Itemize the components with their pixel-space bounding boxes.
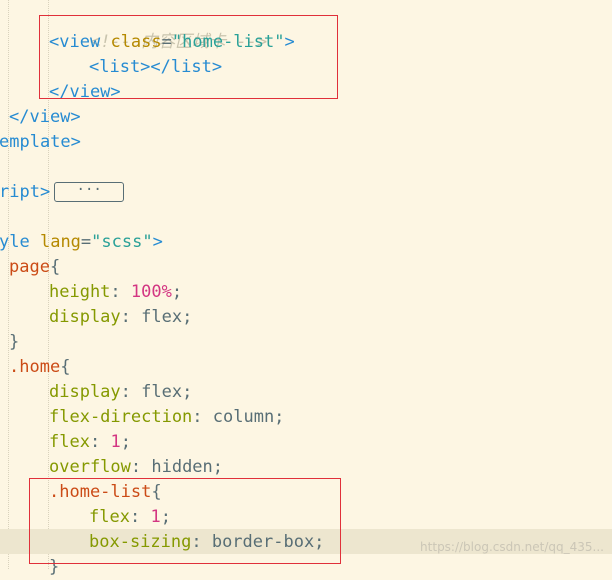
- code-line[interactable]: overflow: hidden;: [49, 455, 223, 480]
- code-editor[interactable]: <!-- 内容区域卡 --> <view class="home-list"> …: [0, 0, 612, 577]
- watermark: https://blog.csdn.net/qq_435...: [420, 540, 604, 554]
- tag: emplate>: [0, 132, 81, 152]
- code-line[interactable]: height: 100%;: [49, 280, 182, 305]
- tag: ript>: [0, 182, 51, 202]
- code-line[interactable]: emplate>: [0, 130, 81, 155]
- code-line[interactable]: display: flex;: [49, 305, 192, 330]
- css-value: : hidden;: [130, 457, 224, 477]
- css-property: display: [49, 307, 121, 327]
- code-line[interactable]: display: flex;: [49, 380, 192, 405]
- code-line[interactable]: yle lang="scss">: [0, 230, 163, 255]
- attribute-value: "scss": [91, 232, 153, 252]
- attribute-name: lang: [39, 232, 81, 252]
- brace: {: [49, 257, 61, 277]
- code-line[interactable]: flex: 1;: [49, 430, 131, 455]
- punctuation: :: [110, 282, 131, 302]
- annotation-box: [39, 15, 338, 99]
- css-value: : column;: [192, 407, 285, 427]
- css-property: overflow: [49, 457, 131, 477]
- code-line[interactable]: flex-direction: column;: [49, 405, 284, 430]
- css-selector: page: [9, 257, 50, 277]
- indent-guide: [8, 0, 9, 569]
- code-line[interactable]: </view>: [9, 105, 81, 130]
- punctuation: ;: [120, 432, 131, 452]
- punctuation: ;: [171, 282, 183, 302]
- tag-bracket: >: [152, 232, 163, 252]
- brace: }: [9, 332, 20, 352]
- punctuation: :: [89, 432, 111, 452]
- code-line[interactable]: .home{: [9, 355, 70, 380]
- css-property: flex: [49, 432, 90, 452]
- css-value: : flex;: [120, 307, 193, 327]
- code-line[interactable]: ript> ···: [0, 180, 125, 205]
- css-property: height: [49, 282, 111, 302]
- css-value: : flex;: [120, 382, 193, 402]
- css-property: display: [49, 382, 121, 402]
- css-number: 100%: [130, 282, 172, 302]
- code-line[interactable]: }: [9, 330, 19, 355]
- tag-name: yle: [0, 232, 30, 252]
- fold-ellipsis-button[interactable]: ···: [54, 182, 125, 202]
- brace: {: [60, 357, 71, 377]
- annotation-box: [29, 478, 341, 564]
- tag: </view>: [9, 107, 81, 127]
- code-line[interactable]: page{: [9, 255, 60, 280]
- css-number: 1: [110, 432, 121, 452]
- css-selector: .home: [9, 357, 61, 377]
- css-property: flex-direction: [49, 407, 193, 427]
- operator: =: [80, 232, 92, 252]
